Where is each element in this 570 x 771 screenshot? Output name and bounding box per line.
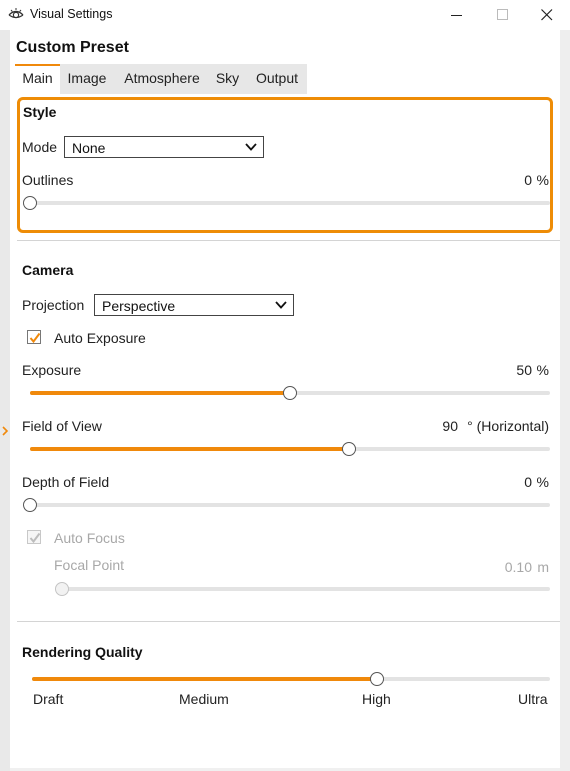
tab-main[interactable]: Main: [15, 64, 60, 97]
projection-select-value: Perspective: [102, 298, 176, 314]
divider: [17, 240, 560, 241]
camera-title: Camera: [22, 262, 74, 278]
maximize-button[interactable]: [480, 0, 526, 30]
focal-point-value: 0.10: [504, 559, 532, 575]
focal-point-label: Focal Point: [54, 557, 125, 573]
exposure-value: 50: [516, 362, 532, 378]
field-of-view-unit: ° (Horizontal): [467, 418, 549, 434]
expand-arrow-icon[interactable]: [1, 425, 9, 437]
style-section-highlight: [17, 97, 553, 233]
close-button[interactable]: [524, 0, 570, 30]
outlines-label: Outlines: [22, 172, 74, 188]
depth-of-field-label: Depth of Field: [22, 474, 110, 490]
minimize-icon: [451, 15, 462, 16]
mode-select[interactable]: None: [64, 136, 264, 158]
tab-output[interactable]: Output: [248, 64, 306, 92]
minimize-button[interactable]: [434, 0, 480, 30]
left-rail: [0, 30, 10, 771]
focal-point-unit: m: [537, 559, 549, 575]
auto-exposure-checkbox[interactable]: [27, 330, 41, 344]
auto-focus-checkbox[interactable]: [27, 530, 41, 544]
eye-icon: [8, 8, 24, 19]
field-of-view-label: Field of View: [22, 418, 102, 434]
exposure-slider[interactable]: [30, 386, 550, 400]
exposure-label: Exposure: [22, 362, 82, 378]
outlines-slider-thumb[interactable]: [23, 196, 37, 210]
preset-title: Custom Preset: [16, 39, 129, 56]
maximize-icon: [497, 9, 508, 20]
right-rail: [560, 30, 570, 771]
focal-point-slider-thumb[interactable]: [55, 582, 69, 596]
exposure-unit: %: [536, 362, 549, 378]
tab-atmosphere[interactable]: Atmosphere: [116, 64, 208, 92]
style-title: Style: [23, 104, 57, 120]
rendering-quality-slider[interactable]: [32, 672, 550, 686]
depth-of-field-slider[interactable]: [23, 498, 550, 512]
depth-of-field-unit: %: [536, 474, 549, 490]
auto-focus-label: Auto Focus: [54, 530, 125, 546]
quality-level-draft[interactable]: Draft: [33, 691, 63, 707]
title-bar: Visual Settings: [0, 0, 570, 30]
quality-level-ultra[interactable]: Ultra: [518, 691, 548, 707]
window-title: Visual Settings: [30, 7, 113, 21]
checkmark-icon: [29, 532, 41, 544]
quality-level-high[interactable]: High: [362, 691, 391, 707]
rendering-quality-title: Rendering Quality: [22, 644, 143, 660]
auto-exposure-label: Auto Exposure: [54, 330, 146, 346]
close-icon: [541, 9, 553, 21]
exposure-slider-fill: [30, 391, 290, 395]
outlines-unit: %: [536, 172, 549, 188]
field-of-view-value: 90: [442, 418, 458, 434]
depth-of-field-slider-thumb[interactable]: [23, 498, 37, 512]
focal-point-slider[interactable]: [55, 582, 550, 596]
chevron-down-icon: [275, 301, 287, 309]
outlines-slider[interactable]: [23, 196, 550, 210]
exposure-slider-thumb[interactable]: [283, 386, 297, 400]
field-of-view-slider-fill: [30, 447, 350, 451]
checkmark-icon: [29, 332, 41, 344]
rendering-quality-slider-fill: [32, 677, 378, 681]
chevron-down-icon: [245, 143, 257, 151]
quality-level-medium[interactable]: Medium: [179, 691, 229, 707]
tab-sky[interactable]: Sky: [209, 64, 246, 92]
mode-select-value: None: [72, 140, 106, 156]
projection-label: Projection: [22, 297, 85, 313]
mode-label: Mode: [22, 139, 58, 155]
divider: [17, 621, 560, 622]
depth-of-field-value: 0: [524, 474, 532, 490]
projection-select[interactable]: Perspective: [94, 294, 294, 316]
field-of-view-slider[interactable]: [30, 442, 550, 456]
tab-image[interactable]: Image: [61, 64, 113, 92]
outlines-value: 0: [524, 172, 532, 188]
